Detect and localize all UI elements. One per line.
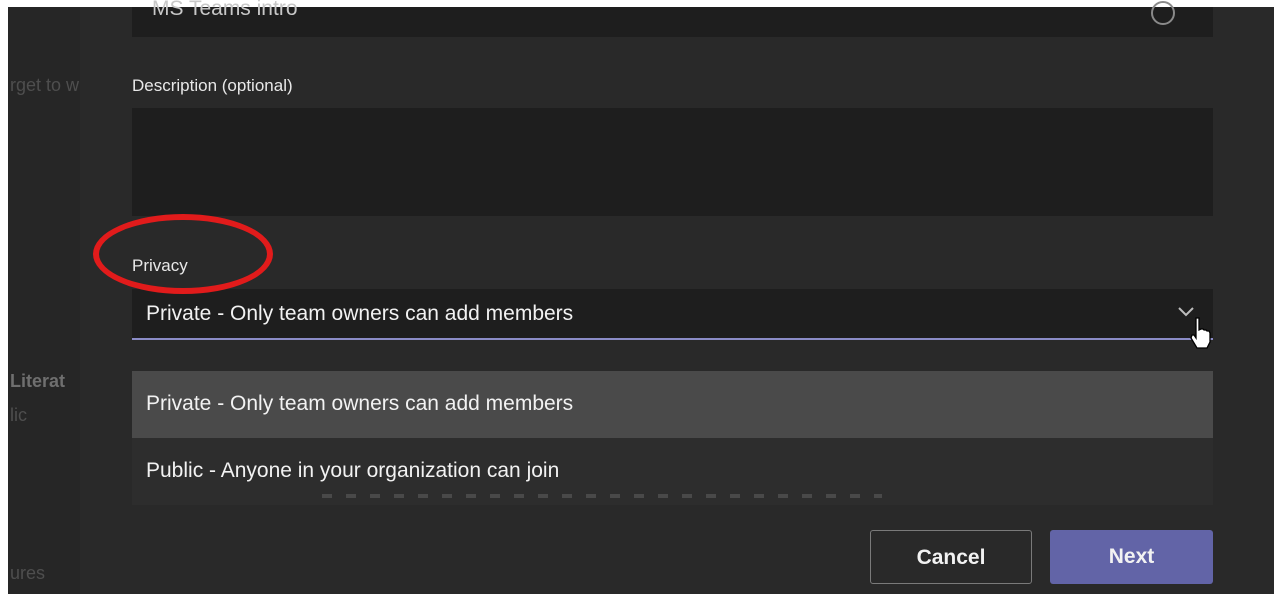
cancel-button[interactable]: Cancel bbox=[870, 530, 1032, 584]
background-text: lic bbox=[10, 405, 27, 425]
privacy-options-menu: Private - Only team owners can add membe… bbox=[132, 371, 1213, 505]
privacy-selected-value: Private - Only team owners can add membe… bbox=[146, 302, 574, 325]
privacy-dropdown[interactable]: Private - Only team owners can add membe… bbox=[132, 289, 1213, 340]
background-text: Literat bbox=[10, 371, 66, 391]
background-team-list: rget to w Literat lic ures bbox=[8, 7, 80, 594]
hand-cursor-icon bbox=[1190, 317, 1211, 349]
annotation-circle bbox=[93, 214, 273, 294]
background-text: rget to w bbox=[10, 75, 80, 95]
team-name-field[interactable]: MS Teams intro bbox=[132, 0, 1213, 37]
team-name-value: MS Teams intro bbox=[152, 0, 298, 20]
next-button[interactable]: Next bbox=[1050, 530, 1213, 584]
option-label: Private - Only team owners can add membe… bbox=[146, 392, 574, 415]
background-text: ures bbox=[10, 563, 46, 583]
description-label: Description (optional) bbox=[132, 76, 293, 95]
left-border bbox=[0, 7, 8, 594]
option-label: Public - Anyone in your organization can… bbox=[146, 459, 560, 482]
check-circle-icon bbox=[1151, 1, 1175, 25]
privacy-option-private[interactable]: Private - Only team owners can add membe… bbox=[132, 371, 1213, 438]
screenshot: rget to w Literat lic ures MS Teams intr… bbox=[0, 0, 1274, 594]
description-textarea[interactable] bbox=[132, 108, 1213, 216]
blurred-background-text bbox=[322, 494, 882, 498]
